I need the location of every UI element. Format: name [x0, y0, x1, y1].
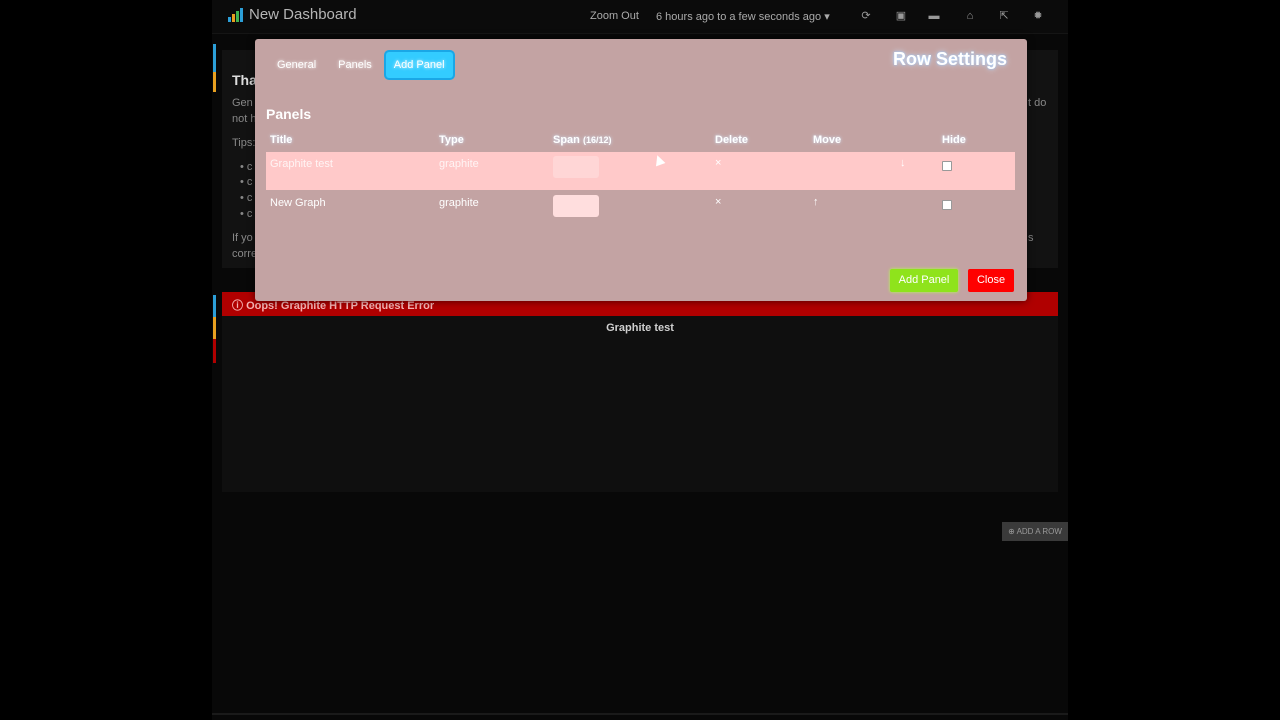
panel-title-cell: Graphite test: [270, 158, 333, 170]
row-collapse-stripe[interactable]: [213, 44, 216, 72]
refresh-icon[interactable]: ⟳: [860, 10, 872, 22]
text-panel-line: Gen: [232, 97, 253, 109]
home-icon[interactable]: ⌂: [964, 10, 976, 22]
text-panel-bullet: • c: [240, 176, 253, 188]
gear-icon[interactable]: ✹: [1032, 10, 1044, 22]
delete-icon[interactable]: ×: [715, 157, 721, 169]
add-panel-button[interactable]: Add Panel: [890, 269, 958, 292]
caret-down-icon: ▾: [824, 11, 830, 23]
footer-divider: [212, 713, 1068, 715]
move-up-icon[interactable]: ↑: [813, 196, 819, 208]
column-header-type: Type: [439, 134, 464, 146]
share-icon[interactable]: ⇱: [998, 10, 1010, 22]
panel-type-cell: graphite: [439, 197, 479, 209]
row-collapse-stripe[interactable]: [213, 317, 216, 339]
zoom-out-button[interactable]: Zoom Out: [590, 10, 639, 22]
text-panel-line: s: [1028, 232, 1034, 244]
move-down-icon[interactable]: ↓: [900, 157, 906, 169]
modal-title: Row Settings: [892, 49, 1007, 69]
text-panel-line: If yo: [232, 232, 253, 244]
add-row-button[interactable]: ⊕ ADD A ROW: [1002, 522, 1068, 541]
brand[interactable]: New Dashboard: [228, 6, 357, 23]
tab-panels[interactable]: Panels: [330, 52, 380, 78]
column-header-title: Title: [270, 134, 293, 146]
save-icon[interactable]: ▣: [895, 10, 907, 22]
close-button[interactable]: Close: [968, 269, 1014, 292]
row-collapse-stripe[interactable]: [213, 72, 216, 92]
column-header-hide: Hide: [942, 134, 966, 146]
hide-checkbox[interactable]: [942, 161, 952, 171]
span-select[interactable]: [553, 195, 599, 217]
panel-title-cell: New Graph: [270, 197, 326, 209]
text-panel-tips: Tips:: [232, 137, 256, 149]
row-collapse-stripe[interactable]: [213, 295, 216, 317]
text-panel-line: not h: [232, 113, 257, 125]
delete-icon[interactable]: ×: [715, 196, 721, 208]
time-range-picker[interactable]: 6 hours ago to a few seconds ago ▾: [656, 10, 830, 23]
column-header-span: Span (16/12): [553, 134, 612, 146]
panel-type-cell: graphite: [439, 158, 479, 170]
modal-tabs: General Panels Add Panel: [269, 52, 453, 78]
time-range-label: 6 hours ago to a few seconds ago: [656, 11, 822, 23]
text-panel-heading: Tha: [232, 72, 257, 88]
text-panel-bullet: • c: [240, 161, 253, 173]
hide-checkbox[interactable]: [942, 200, 952, 210]
graph-title[interactable]: Graphite test: [222, 322, 1058, 334]
tab-general[interactable]: General: [269, 52, 324, 78]
tab-add-panel[interactable]: Add Panel: [385, 52, 453, 78]
text-panel-bullet: • c: [240, 208, 253, 220]
column-header-move: Move: [813, 134, 842, 146]
span-select[interactable]: [553, 156, 599, 178]
top-navbar: New Dashboard Zoom Out 6 hours ago to a …: [212, 0, 1068, 34]
row-collapse-stripe[interactable]: [213, 339, 216, 363]
graph-panel[interactable]: ⓘ Oops! Graphite HTTP Request Error Grap…: [222, 292, 1058, 492]
row-settings-modal: General Panels Add Panel Row Settings Pa…: [255, 39, 1027, 301]
dashboard-title[interactable]: New Dashboard: [249, 6, 357, 23]
column-header-delete: Delete: [715, 134, 749, 146]
panels-section-title: Panels: [266, 106, 312, 122]
grafana-logo-icon: [228, 7, 243, 22]
text-panel-bullet: • c: [240, 192, 253, 204]
folder-icon[interactable]: ▬: [928, 10, 940, 22]
text-panel-line: corre: [232, 248, 258, 260]
text-panel-line: t do: [1028, 97, 1047, 109]
